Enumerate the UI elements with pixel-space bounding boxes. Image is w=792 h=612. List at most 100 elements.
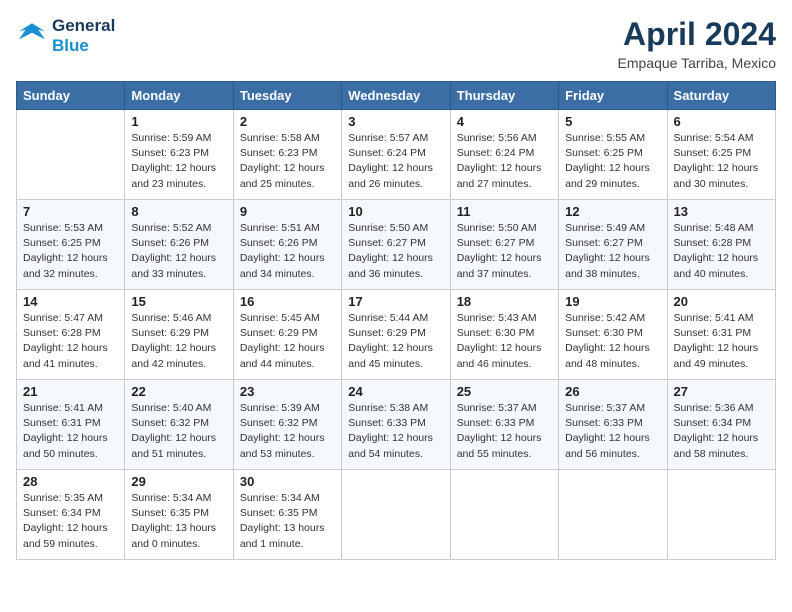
day-cell: 16 Sunrise: 5:45 AM Sunset: 6:29 PM Dayli…: [233, 290, 341, 380]
day-cell: 7Sunrise: 5:53 AM Sunset: 6:25 PM Daylig…: [17, 200, 125, 290]
day-info: Sunrise: 5:34 AM Sunset: 6:35 PM Dayligh…: [131, 491, 226, 552]
col-header-saturday: Saturday: [667, 82, 775, 110]
col-header-monday: Monday: [125, 82, 233, 110]
title-block: April 2024 Empaque Tarriba, Mexico: [618, 16, 776, 71]
day-cell: 3Sunrise: 5:57 AM Sunset: 6:24 PM Daylig…: [342, 110, 450, 200]
day-number: 21: [23, 384, 118, 399]
day-info: Sunrise: 5:56 AM Sunset: 6:24 PM Dayligh…: [457, 131, 552, 192]
day-info: Sunrise: 5:45 AM Sunset: 6:29 PM Dayligh…: [240, 311, 335, 372]
day-number: 26: [565, 384, 660, 399]
day-info: Sunrise: 5:41 AM Sunset: 6:31 PM Dayligh…: [23, 401, 118, 462]
day-cell: 27 Sunrise: 5:36 AM Sunset: 6:34 PM Dayli…: [667, 380, 775, 470]
col-header-thursday: Thursday: [450, 82, 558, 110]
day-info: Sunrise: 5:55 AM Sunset: 6:25 PM Dayligh…: [565, 131, 660, 192]
week-row-3: 14 Sunrise: 5:47 AM Sunset: 6:28 PM Dayli…: [17, 290, 776, 380]
day-info: Sunrise: 5:42 AM Sunset: 6:30 PM Dayligh…: [565, 311, 660, 372]
day-number: 27: [674, 384, 769, 399]
week-row-2: 7Sunrise: 5:53 AM Sunset: 6:25 PM Daylig…: [17, 200, 776, 290]
day-number: 16: [240, 294, 335, 309]
day-info: Sunrise: 5:54 AM Sunset: 6:25 PM Dayligh…: [674, 131, 769, 192]
day-cell: 18 Sunrise: 5:43 AM Sunset: 6:30 PM Dayli…: [450, 290, 558, 380]
day-number: 23: [240, 384, 335, 399]
day-info: Sunrise: 5:50 AM Sunset: 6:27 PM Dayligh…: [348, 221, 443, 282]
day-info: Sunrise: 5:50 AM Sunset: 6:27 PM Dayligh…: [457, 221, 552, 282]
month-title: April 2024: [618, 16, 776, 53]
week-row-4: 21 Sunrise: 5:41 AM Sunset: 6:31 PM Dayli…: [17, 380, 776, 470]
day-number: 30: [240, 474, 335, 489]
day-cell: [559, 470, 667, 560]
week-row-1: 1 Sunrise: 5:59 AM Sunset: 6:23 PM Daylig…: [17, 110, 776, 200]
day-info: Sunrise: 5:37 AM Sunset: 6:33 PM Dayligh…: [565, 401, 660, 462]
day-number: 8: [131, 204, 226, 219]
day-cell: 17 Sunrise: 5:44 AM Sunset: 6:29 PM Dayli…: [342, 290, 450, 380]
day-cell: 12Sunrise: 5:49 AM Sunset: 6:27 PM Dayli…: [559, 200, 667, 290]
day-info: Sunrise: 5:40 AM Sunset: 6:32 PM Dayligh…: [131, 401, 226, 462]
week-row-5: 28 Sunrise: 5:35 AM Sunset: 6:34 PM Dayli…: [17, 470, 776, 560]
day-number: 29: [131, 474, 226, 489]
day-cell: 21 Sunrise: 5:41 AM Sunset: 6:31 PM Dayli…: [17, 380, 125, 470]
day-cell: 11 Sunrise: 5:50 AM Sunset: 6:27 PM Dayli…: [450, 200, 558, 290]
day-number: 25: [457, 384, 552, 399]
day-info: Sunrise: 5:39 AM Sunset: 6:32 PM Dayligh…: [240, 401, 335, 462]
day-cell: 24Sunrise: 5:38 AM Sunset: 6:33 PM Dayli…: [342, 380, 450, 470]
col-header-friday: Friday: [559, 82, 667, 110]
day-info: Sunrise: 5:35 AM Sunset: 6:34 PM Dayligh…: [23, 491, 118, 552]
day-info: Sunrise: 5:47 AM Sunset: 6:28 PM Dayligh…: [23, 311, 118, 372]
day-number: 15: [131, 294, 226, 309]
day-number: 11: [457, 204, 552, 219]
day-info: Sunrise: 5:48 AM Sunset: 6:28 PM Dayligh…: [674, 221, 769, 282]
day-cell: 20 Sunrise: 5:41 AM Sunset: 6:31 PM Dayli…: [667, 290, 775, 380]
day-cell: 19 Sunrise: 5:42 AM Sunset: 6:30 PM Dayli…: [559, 290, 667, 380]
calendar-table: SundayMondayTuesdayWednesdayThursdayFrid…: [16, 81, 776, 560]
col-header-wednesday: Wednesday: [342, 82, 450, 110]
day-cell: 2 Sunrise: 5:58 AM Sunset: 6:23 PM Daylig…: [233, 110, 341, 200]
day-number: 28: [23, 474, 118, 489]
day-number: 2: [240, 114, 335, 129]
day-cell: 4 Sunrise: 5:56 AM Sunset: 6:24 PM Daylig…: [450, 110, 558, 200]
day-info: Sunrise: 5:57 AM Sunset: 6:24 PM Dayligh…: [348, 131, 443, 192]
day-cell: 9 Sunrise: 5:51 AM Sunset: 6:26 PM Daylig…: [233, 200, 341, 290]
day-info: Sunrise: 5:44 AM Sunset: 6:29 PM Dayligh…: [348, 311, 443, 372]
day-cell: 22Sunrise: 5:40 AM Sunset: 6:32 PM Dayli…: [125, 380, 233, 470]
day-number: 12: [565, 204, 660, 219]
day-cell: 29 Sunrise: 5:34 AM Sunset: 6:35 PM Dayli…: [125, 470, 233, 560]
day-cell: [342, 470, 450, 560]
day-cell: 6 Sunrise: 5:54 AM Sunset: 6:25 PM Daylig…: [667, 110, 775, 200]
day-info: Sunrise: 5:51 AM Sunset: 6:26 PM Dayligh…: [240, 221, 335, 282]
day-info: Sunrise: 5:59 AM Sunset: 6:23 PM Dayligh…: [131, 131, 226, 192]
day-cell: 23 Sunrise: 5:39 AM Sunset: 6:32 PM Dayli…: [233, 380, 341, 470]
col-header-tuesday: Tuesday: [233, 82, 341, 110]
day-info: Sunrise: 5:43 AM Sunset: 6:30 PM Dayligh…: [457, 311, 552, 372]
day-number: 4: [457, 114, 552, 129]
location-subtitle: Empaque Tarriba, Mexico: [618, 55, 776, 71]
day-info: Sunrise: 5:58 AM Sunset: 6:23 PM Dayligh…: [240, 131, 335, 192]
day-info: Sunrise: 5:36 AM Sunset: 6:34 PM Dayligh…: [674, 401, 769, 462]
day-cell: 13 Sunrise: 5:48 AM Sunset: 6:28 PM Dayli…: [667, 200, 775, 290]
day-number: 9: [240, 204, 335, 219]
day-info: Sunrise: 5:46 AM Sunset: 6:29 PM Dayligh…: [131, 311, 226, 372]
day-cell: [450, 470, 558, 560]
day-cell: 30Sunrise: 5:34 AM Sunset: 6:35 PM Dayli…: [233, 470, 341, 560]
day-number: 17: [348, 294, 443, 309]
day-number: 6: [674, 114, 769, 129]
day-number: 20: [674, 294, 769, 309]
day-number: 14: [23, 294, 118, 309]
logo-icon: [16, 20, 48, 52]
day-info: Sunrise: 5:52 AM Sunset: 6:26 PM Dayligh…: [131, 221, 226, 282]
day-cell: [17, 110, 125, 200]
logo: General Blue: [16, 16, 115, 57]
day-cell: 25Sunrise: 5:37 AM Sunset: 6:33 PM Dayli…: [450, 380, 558, 470]
day-cell: 14 Sunrise: 5:47 AM Sunset: 6:28 PM Dayli…: [17, 290, 125, 380]
day-number: 13: [674, 204, 769, 219]
day-cell: 10 Sunrise: 5:50 AM Sunset: 6:27 PM Dayli…: [342, 200, 450, 290]
header-row: SundayMondayTuesdayWednesdayThursdayFrid…: [17, 82, 776, 110]
day-cell: 5Sunrise: 5:55 AM Sunset: 6:25 PM Daylig…: [559, 110, 667, 200]
col-header-sunday: Sunday: [17, 82, 125, 110]
day-info: Sunrise: 5:41 AM Sunset: 6:31 PM Dayligh…: [674, 311, 769, 372]
day-info: Sunrise: 5:38 AM Sunset: 6:33 PM Dayligh…: [348, 401, 443, 462]
day-cell: [667, 470, 775, 560]
day-number: 1: [131, 114, 226, 129]
day-number: 18: [457, 294, 552, 309]
day-number: 19: [565, 294, 660, 309]
day-number: 10: [348, 204, 443, 219]
